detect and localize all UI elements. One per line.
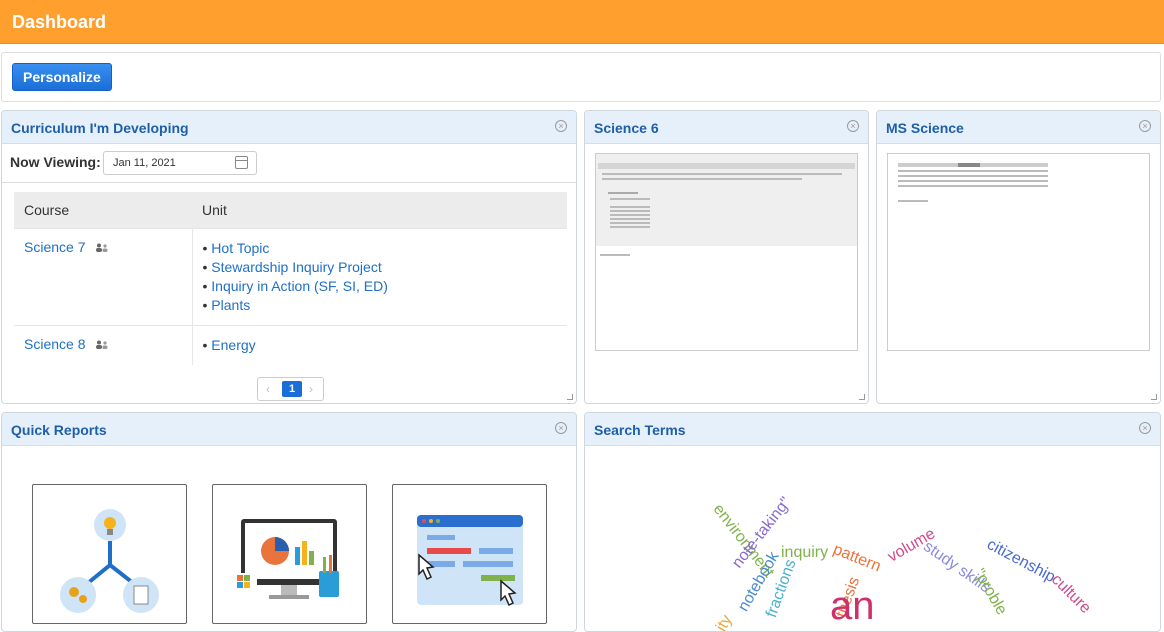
panel-title: Curriculum I'm Developing [11,120,189,136]
unit-link[interactable]: Stewardship Inquiry Project [203,258,558,277]
now-viewing-label: Now Viewing: [10,154,101,170]
word-cloud-term[interactable]: pattern [830,541,884,576]
next-page-button[interactable]: › [309,382,313,396]
table-row: Science 8 Energy [14,324,567,365]
unit-link[interactable]: Inquiry in Action (SF, SI, ED) [203,277,558,296]
thumbnail-preview [898,163,1048,202]
report-card-analytics[interactable] [212,484,367,624]
resize-handle[interactable] [1151,394,1157,400]
current-page-button[interactable]: 1 [282,381,302,397]
divider [2,182,576,183]
panel-title: Search Terms [594,422,686,438]
report-card-mapping[interactable] [32,484,187,624]
close-icon[interactable]: × [847,120,859,132]
unit-link[interactable]: Hot Topic [203,239,558,258]
word-cloud: environment note-taking" inquiry pattern… [585,446,1160,631]
column-header-unit[interactable]: Unit [192,192,567,228]
search-terms-panel: Search Terms × environment note-taking" … [584,412,1161,632]
report-thumbnail[interactable] [887,153,1150,351]
course-cell: Science 8 [14,324,193,365]
close-icon[interactable]: × [555,120,567,132]
mapping-icon [60,509,159,613]
dashboard-header: Dashboard [0,0,1164,44]
report-thumbnail[interactable] [595,153,858,351]
people-icon [96,243,108,252]
unit-cell: Energy [192,324,567,365]
panel-header: Search Terms × [585,413,1160,446]
panel-title: Science 6 [594,120,659,136]
resize-handle[interactable] [567,394,573,400]
thumbnail-preview [596,154,857,256]
science6-panel: Science 6 × [584,110,869,404]
curriculum-table: Course Unit Science 7 Hot Topic Stewards… [14,192,567,365]
interface-icon [417,515,523,607]
column-header-course[interactable]: Course [14,192,192,228]
panel-title: Quick Reports [11,422,107,438]
ms-science-panel: MS Science × [876,110,1161,404]
panel-header: Science 6 × [585,111,868,144]
people-icon [96,340,108,349]
curriculum-panel: Curriculum I'm Developing × Now Viewing:… [1,110,577,404]
calendar-icon[interactable] [235,156,248,169]
word-cloud-term[interactable]: culture [1047,571,1094,618]
toolbar: Personalize [1,52,1161,102]
word-cloud-term[interactable]: citizenship [984,536,1058,587]
unit-link[interactable]: Plants [203,296,558,315]
close-icon[interactable]: × [1139,120,1151,132]
course-link[interactable]: Science 7 [24,239,85,255]
analytics-icon [235,519,339,599]
close-icon[interactable]: × [555,422,567,434]
word-cloud-term[interactable]: ity [713,612,737,631]
date-value: Jan 11, 2021 [113,157,176,169]
personalize-button[interactable]: Personalize [12,63,112,91]
course-link[interactable]: Science 8 [24,336,85,352]
panel-title: MS Science [886,120,964,136]
prev-page-button[interactable]: ‹ [266,382,270,396]
close-icon[interactable]: × [1139,422,1151,434]
panel-header: MS Science × [877,111,1160,144]
table-row: Science 7 Hot Topic Stewardship Inquiry … [14,227,567,325]
quick-reports-panel: Quick Reports × [1,412,577,632]
panel-header: Quick Reports × [2,413,576,446]
unit-cell: Hot Topic Stewardship Inquiry Project In… [192,227,567,325]
course-cell: Science 7 [14,227,193,325]
resize-handle[interactable] [859,394,865,400]
word-cloud-term[interactable]: an [830,584,875,629]
page-title: Dashboard [12,12,107,32]
unit-link[interactable]: Energy [203,336,558,355]
report-card-interface[interactable] [392,484,547,624]
pagination: ‹ 1 › [257,377,324,401]
panel-header: Curriculum I'm Developing × [2,111,576,144]
date-field[interactable]: Jan 11, 2021 [103,151,257,175]
